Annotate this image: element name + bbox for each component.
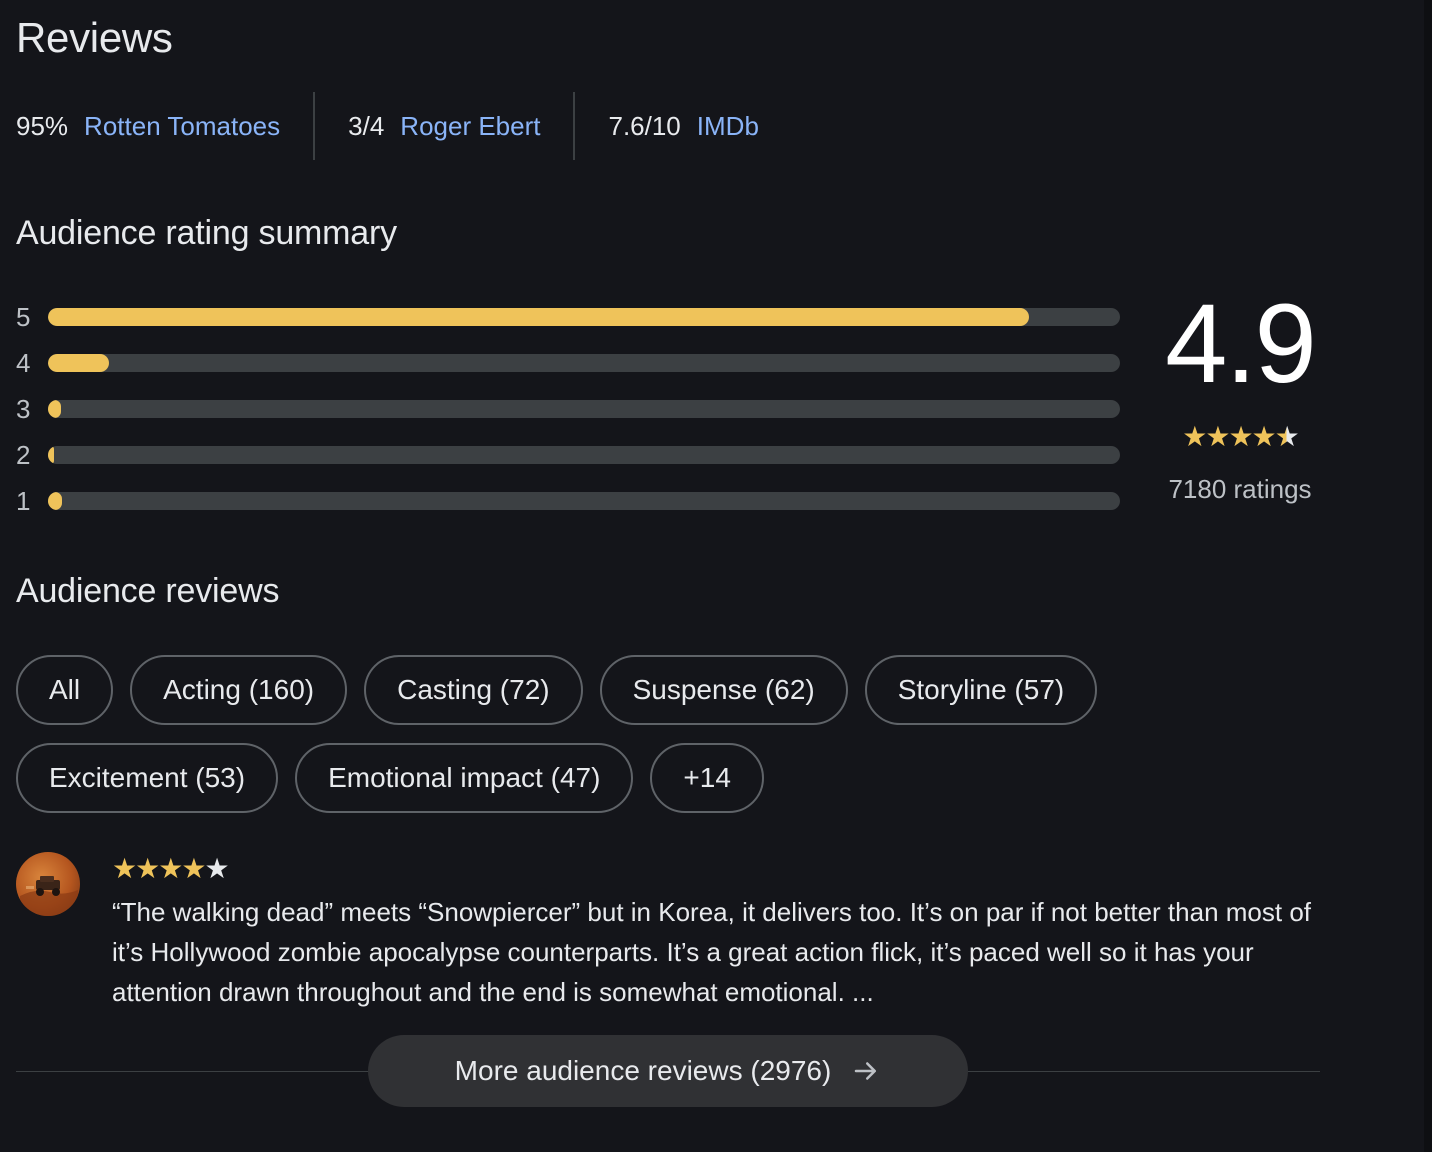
rating-distribution: 5 4 3 2 1 xyxy=(16,294,1120,524)
chip-all[interactable]: All xyxy=(16,655,114,725)
rating-row-4: 4 xyxy=(16,340,1120,386)
rating-row-label: 2 xyxy=(16,439,31,470)
critic-divider xyxy=(573,92,576,160)
rating-row-label: 5 xyxy=(16,301,31,332)
review-filter-chips: All Acting (160) Casting (72) Suspense (… xyxy=(16,655,1176,813)
reviews-panel: Reviews 95% Rotten Tomatoes 3/4 Roger Eb… xyxy=(0,0,1432,1152)
star-filled-icon: ★ xyxy=(1205,421,1230,452)
critic-divider xyxy=(313,92,316,160)
review-star-rating: ★★★★★ xyxy=(112,852,230,885)
rating-bar-track xyxy=(48,308,1120,326)
rating-bar-fill xyxy=(48,446,54,464)
critic-rotten-tomatoes[interactable]: 95% Rotten Tomatoes xyxy=(16,92,280,160)
rating-bar-track xyxy=(48,492,1120,510)
rating-row-label: 3 xyxy=(16,393,31,424)
more-reviews-button[interactable]: More audience reviews (2976) xyxy=(368,1035,968,1107)
star-filled-icon: ★ xyxy=(181,853,206,884)
avatar-image xyxy=(20,876,78,916)
star-filled-icon: ★ xyxy=(135,853,160,884)
rating-row-label: 4 xyxy=(16,347,31,378)
critic-source-link[interactable]: IMDb xyxy=(697,111,759,142)
ratings-count: 7180 ratings xyxy=(1168,474,1312,504)
more-reviews-label: More audience reviews (2976) xyxy=(454,1055,832,1086)
critic-imdb[interactable]: 7.6/10 IMDb xyxy=(608,92,758,160)
rating-row-3: 3 xyxy=(16,386,1120,432)
chip-casting[interactable]: Casting (72) xyxy=(364,655,583,725)
average-rating: 4.9 xyxy=(1165,281,1317,406)
critic-source-link[interactable]: Roger Ebert xyxy=(400,111,540,142)
critic-scores: 95% Rotten Tomatoes 3/4 Roger Ebert 7.6/… xyxy=(16,92,759,160)
audience-reviews-heading: Audience reviews xyxy=(16,572,280,610)
star-filled-icon: ★ xyxy=(1228,421,1253,452)
rating-bar-track xyxy=(48,400,1120,418)
critic-score: 3/4 xyxy=(348,110,385,141)
rating-row-5: 5 xyxy=(16,294,1120,340)
arrow-right-icon xyxy=(851,1056,881,1086)
rating-bar-fill xyxy=(48,308,1029,326)
star-filled-icon: ★ xyxy=(158,853,183,884)
reviews-title: Reviews xyxy=(16,14,173,61)
rating-bar-track xyxy=(48,446,1120,464)
critic-source-link[interactable]: Rotten Tomatoes xyxy=(84,111,280,142)
rating-summary-heading: Audience rating summary xyxy=(16,214,397,252)
chip-more-topics[interactable]: +14 xyxy=(650,743,764,813)
avatar xyxy=(16,852,80,916)
review-text: “The walking dead” meets “Snowpiercer” b… xyxy=(112,897,1311,1007)
star-filled-icon: ★ xyxy=(1251,421,1277,452)
scrollbar[interactable] xyxy=(1424,0,1432,1152)
critic-score: 7.6/10 xyxy=(608,110,681,141)
critic-score: 95% xyxy=(16,110,69,141)
rating-row-1: 1 xyxy=(16,478,1120,524)
star-half-icon: ★ xyxy=(1274,421,1300,452)
star-filled-icon: ★ xyxy=(1182,421,1207,452)
chip-storyline[interactable]: Storyline (57) xyxy=(864,655,1098,725)
star-empty-icon: ★ xyxy=(204,853,229,884)
rating-row-2: 2 xyxy=(16,432,1120,478)
critic-roger-ebert[interactable]: 3/4 Roger Ebert xyxy=(348,92,540,160)
rating-bar-fill xyxy=(48,492,62,510)
chip-emotional-impact[interactable]: Emotional impact (47) xyxy=(295,743,634,813)
average-star-rating: ★★★★★ xyxy=(1140,420,1340,453)
rating-row-label: 1 xyxy=(16,485,31,516)
chip-acting[interactable]: Acting (160) xyxy=(130,655,348,725)
rating-bar-fill xyxy=(48,354,110,372)
rating-bar-track xyxy=(48,354,1120,372)
rating-bar-fill xyxy=(48,400,61,418)
chip-excitement[interactable]: Excitement (53) xyxy=(16,743,279,813)
star-filled-icon: ★ xyxy=(112,853,137,884)
chip-suspense[interactable]: Suspense (62) xyxy=(599,655,848,725)
